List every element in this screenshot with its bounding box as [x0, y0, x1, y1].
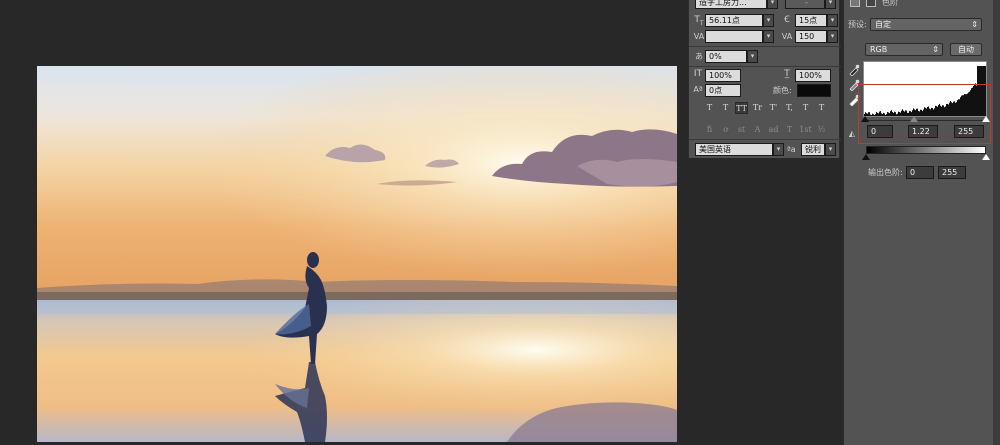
- tsume-field[interactable]: 0%: [705, 50, 747, 63]
- clipping-icon[interactable]: ◭: [846, 128, 858, 139]
- fractions-opentype-button[interactable]: ½: [815, 124, 828, 136]
- superscript-button[interactable]: T': [767, 102, 780, 114]
- separator: [689, 46, 841, 47]
- input-black-field[interactable]: 0: [867, 125, 893, 138]
- strikethrough-button[interactable]: T: [815, 102, 828, 114]
- output-levels-gradient: [866, 146, 986, 154]
- preset-dropdown-icon: ⇕: [971, 20, 978, 29]
- image-icon[interactable]: [850, 0, 860, 7]
- font-size-field[interactable]: 56.11点: [705, 14, 763, 27]
- ordinal-opentype-button[interactable]: T: [783, 124, 796, 136]
- input-white-slider[interactable]: [982, 116, 990, 122]
- output-black-slider[interactable]: [862, 154, 870, 160]
- antialias-dropdown-icon[interactable]: ▾: [825, 143, 836, 156]
- panel-scrollbar[interactable]: [993, 0, 1000, 445]
- preset-value: 自定: [875, 20, 891, 29]
- language-dropdown-icon[interactable]: ▾: [773, 143, 784, 156]
- color-label: 颜色:: [773, 86, 792, 95]
- input-white-field[interactable]: 255: [954, 125, 984, 138]
- ligature-opentype-button[interactable]: fi: [703, 124, 716, 136]
- font-family-dropdown-icon[interactable]: ▾: [767, 0, 778, 9]
- faux-italic-button[interactable]: T: [719, 102, 732, 114]
- channel-value: RGB: [870, 45, 888, 54]
- tracking-field[interactable]: 150: [795, 30, 827, 43]
- levels-title: 色阶: [882, 0, 898, 7]
- preset-select[interactable]: 自定 ⇕: [870, 18, 982, 31]
- eyedropper-black-icon[interactable]: [848, 64, 860, 76]
- photoshop-workspace: 造字工房力... ▾ - ▾ TT 56.11点 ▾ Ꞓ 15点 ▾ VA ▾ …: [0, 0, 1000, 445]
- faux-bold-button[interactable]: T: [703, 102, 716, 114]
- horizontal-scale-field[interactable]: 100%: [795, 69, 831, 82]
- subscript-button[interactable]: T,: [783, 102, 796, 114]
- tsume-icon: あ: [695, 52, 703, 61]
- adjustment-icon[interactable]: [866, 0, 876, 7]
- tsume-dropdown-icon[interactable]: ▾: [747, 50, 758, 63]
- language-select[interactable]: 美国英语: [695, 143, 773, 156]
- input-black-slider[interactable]: [861, 116, 869, 122]
- document-canvas[interactable]: [37, 66, 677, 442]
- horizontal-scale-icon: T̲: [784, 69, 790, 79]
- kerning-dropdown-icon[interactable]: ▾: [763, 30, 774, 43]
- font-size-icon: TT: [694, 15, 704, 27]
- separator: [689, 66, 841, 67]
- output-white-field[interactable]: 255: [938, 166, 966, 179]
- font-style-select[interactable]: -: [785, 0, 825, 9]
- font-style-dropdown-icon[interactable]: ▾: [825, 0, 836, 9]
- underline-button[interactable]: T: [799, 102, 812, 114]
- channel-dropdown-icon: ⇕: [932, 45, 939, 54]
- baseline-shift-icon: Aª: [693, 85, 703, 94]
- preset-label: 预设:: [848, 20, 867, 29]
- text-color-swatch[interactable]: [797, 84, 831, 97]
- leading-field[interactable]: 15点: [795, 14, 827, 27]
- tracking-icon: VA: [781, 32, 793, 41]
- character-panel: 造字工房力... ▾ - ▾ TT 56.11点 ▾ Ꞓ 15点 ▾ VA ▾ …: [688, 0, 841, 158]
- kerning-field[interactable]: [705, 30, 763, 43]
- ordinals-opentype-button[interactable]: 1st: [799, 124, 812, 136]
- output-levels-label: 输出色阶:: [868, 168, 903, 177]
- input-slider-track: [864, 120, 986, 121]
- small-caps-button[interactable]: Tr: [751, 102, 764, 114]
- titling-opentype-button[interactable]: ad: [767, 124, 780, 136]
- output-white-slider[interactable]: [982, 154, 990, 160]
- channel-select[interactable]: RGB ⇕: [865, 43, 943, 56]
- leading-dropdown-icon[interactable]: ▾: [827, 14, 838, 27]
- stylistic-opentype-button[interactable]: A: [751, 124, 764, 136]
- sunset-photo: [37, 66, 677, 442]
- antialias-select[interactable]: 锐利: [801, 143, 825, 156]
- output-black-field[interactable]: 0: [906, 166, 934, 179]
- tracking-dropdown-icon[interactable]: ▾: [827, 30, 838, 43]
- antialias-icon: ªa: [787, 145, 796, 154]
- vertical-scale-icon: IT: [693, 69, 703, 79]
- font-size-dropdown-icon[interactable]: ▾: [763, 14, 774, 27]
- input-gamma-slider[interactable]: [910, 116, 918, 122]
- vertical-scale-field[interactable]: 100%: [705, 69, 741, 82]
- kerning-icon: VA: [693, 32, 705, 41]
- swash-opentype-button[interactable]: st: [735, 124, 748, 136]
- baseline-shift-field[interactable]: 0点: [705, 84, 741, 97]
- auto-button[interactable]: 自动: [950, 43, 982, 56]
- all-caps-button[interactable]: TT: [735, 102, 748, 114]
- font-family-select[interactable]: 造字工房力...: [695, 0, 767, 9]
- leading-icon: Ꞓ: [784, 15, 790, 25]
- input-gamma-field[interactable]: 1.22: [908, 125, 938, 138]
- old-style-opentype-button[interactable]: ơ: [719, 124, 732, 136]
- separator: [689, 139, 841, 140]
